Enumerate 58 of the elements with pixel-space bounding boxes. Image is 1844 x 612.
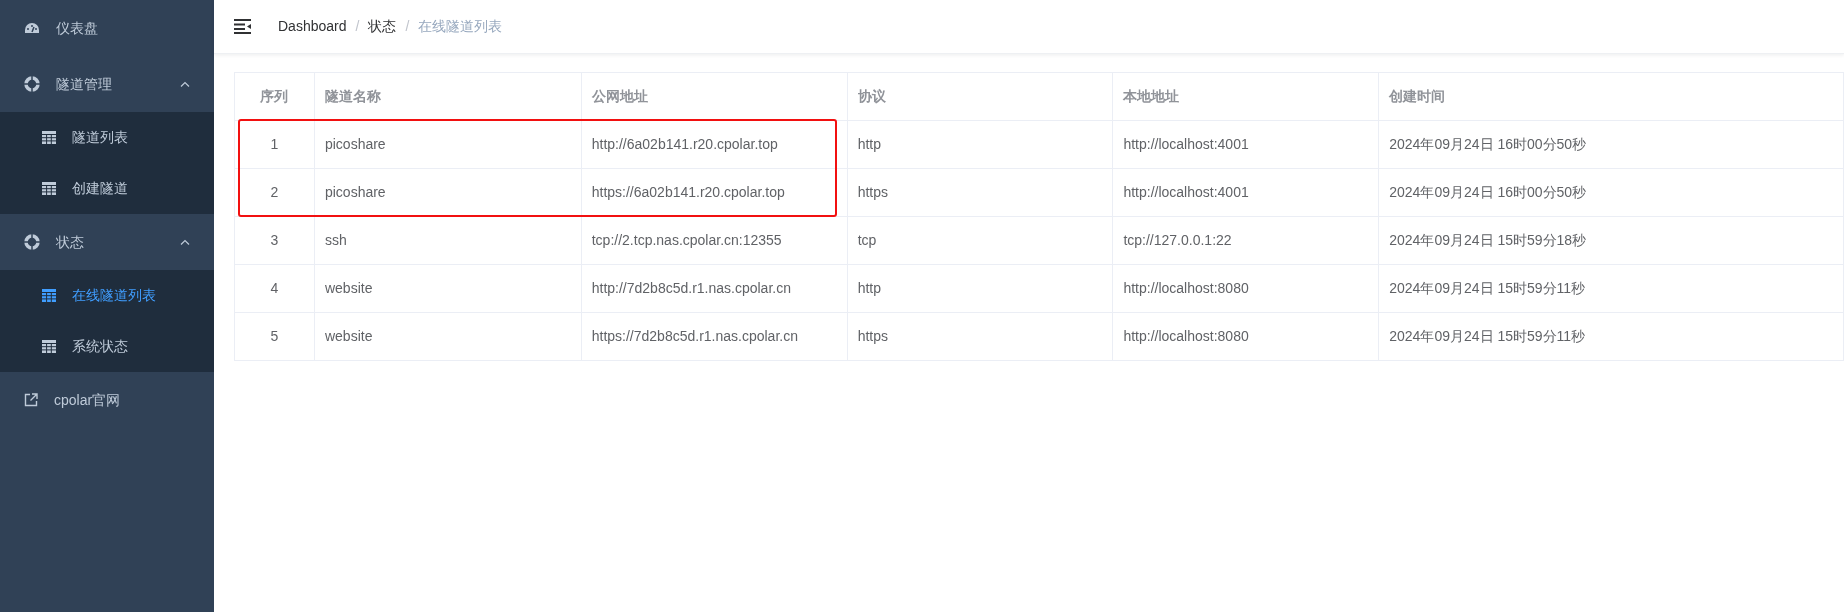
column-header: 隧道名称 (314, 72, 582, 121)
table-cell: http (847, 120, 1113, 169)
column-header: 协议 (847, 72, 1113, 121)
table-cell: picoshare (314, 120, 582, 169)
table-cell: tcp://2.tcp.nas.cpolar.cn:12355 (581, 216, 848, 265)
column-header: 序列 (234, 72, 315, 121)
table-cell: 2024年09月24日 15时59分11秒 (1378, 264, 1844, 313)
sidebar-menu-item[interactable]: cpolar官网 (0, 372, 214, 428)
table-icon (42, 131, 56, 144)
table-cell: http (847, 264, 1113, 313)
table-icon (42, 182, 56, 195)
breadcrumb-separator: / (355, 17, 360, 36)
lifebuoy-icon (24, 76, 40, 92)
table-cell: 2 (234, 168, 315, 217)
column-header: 创建时间 (1378, 72, 1844, 121)
table-cell: http://6a02b141.r20.cpolar.top (581, 120, 848, 169)
menu-collapse-icon[interactable] (234, 19, 252, 34)
sidebar-submenu-item[interactable]: 系统状态 (0, 321, 214, 372)
table-cell: http://localhost:4001 (1112, 120, 1379, 169)
table-cell: https (847, 312, 1113, 361)
table-cell: 2024年09月24日 15时59分11秒 (1378, 312, 1844, 361)
table-cell: https (847, 168, 1113, 217)
table-cell: 2024年09月24日 16时00分50秒 (1378, 168, 1844, 217)
external-link-icon (24, 393, 38, 407)
breadcrumb-separator: / (405, 17, 410, 36)
breadcrumb-link[interactable]: 状态 (368, 16, 397, 37)
caret-icon (180, 239, 190, 245)
table-cell: ssh (314, 216, 582, 265)
table-cell: 4 (234, 264, 315, 313)
table-cell: 1 (234, 120, 315, 169)
caret-icon (180, 81, 190, 87)
table-cell: 3 (234, 216, 315, 265)
table-cell: 5 (234, 312, 315, 361)
table-icon (42, 340, 56, 353)
sidebar-menu-item[interactable]: 状态 (0, 214, 214, 270)
column-header: 本地地址 (1112, 72, 1379, 121)
table-cell: http://localhost:4001 (1112, 168, 1379, 217)
dashboard-icon (24, 21, 40, 35)
table-cell: website (314, 312, 582, 361)
table-cell: http://localhost:8080 (1112, 264, 1379, 313)
table-cell: https://7d2b8c5d.r1.nas.cpolar.cn (581, 312, 848, 361)
sidebar-menu-item[interactable]: 仪表盘 (0, 0, 214, 56)
sidebar-submenu-item[interactable]: 创建隧道 (0, 163, 214, 214)
table-cell: http://localhost:8080 (1112, 312, 1379, 361)
table-cell: tcp (847, 216, 1113, 265)
table-cell: tcp://127.0.0.1:22 (1112, 216, 1379, 265)
table-icon (42, 289, 56, 302)
lifebuoy-icon (24, 234, 40, 250)
sidebar-menu-item[interactable]: 隧道管理 (0, 56, 214, 112)
table-cell: 2024年09月24日 15时59分18秒 (1378, 216, 1844, 265)
sidebar-submenu-item[interactable]: 隧道列表 (0, 112, 214, 163)
column-header: 公网地址 (581, 72, 848, 121)
sidebar-submenu-item[interactable]: 在线隧道列表 (0, 270, 214, 321)
table-cell: website (314, 264, 582, 313)
table-cell: 2024年09月24日 16时00分50秒 (1378, 120, 1844, 169)
table-cell: http://7d2b8c5d.r1.nas.cpolar.cn (581, 264, 848, 313)
breadcrumb-current: 在线隧道列表 (418, 17, 503, 36)
breadcrumb-link[interactable]: Dashboard (278, 16, 347, 37)
